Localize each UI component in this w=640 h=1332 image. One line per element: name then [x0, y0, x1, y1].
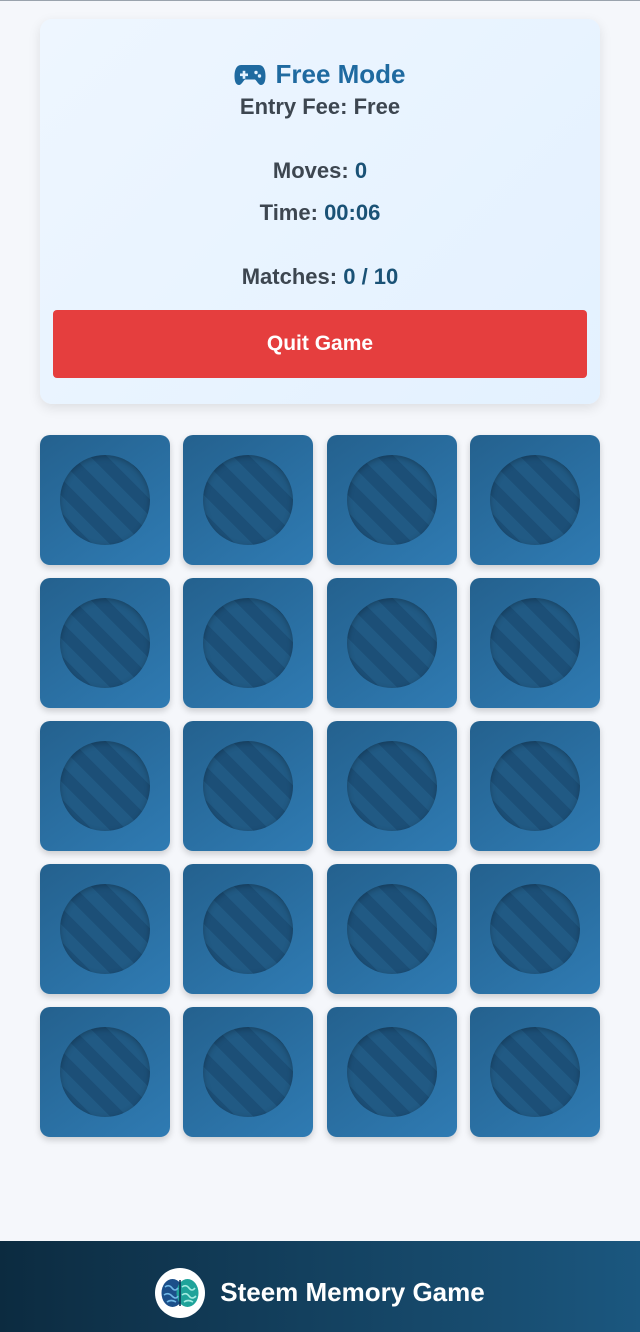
card-back-pattern-icon: [60, 598, 150, 688]
card-back-pattern-icon: [490, 884, 580, 974]
memory-card[interactable]: [327, 1007, 457, 1137]
memory-card[interactable]: [327, 864, 457, 994]
card-back-pattern-icon: [60, 455, 150, 545]
memory-card[interactable]: [470, 1007, 600, 1137]
memory-card[interactable]: [183, 721, 313, 851]
memory-card[interactable]: [470, 864, 600, 994]
card-back-pattern-icon: [203, 884, 293, 974]
memory-card[interactable]: [470, 578, 600, 708]
memory-card[interactable]: [40, 435, 170, 565]
moves-stat: Moves: 0: [40, 158, 600, 184]
memory-card[interactable]: [183, 578, 313, 708]
card-back-pattern-icon: [490, 741, 580, 831]
card-back-pattern-icon: [347, 884, 437, 974]
mode-title: Free Mode: [40, 59, 600, 90]
matches-value: 0 / 10: [343, 264, 399, 289]
card-back-pattern-icon: [203, 741, 293, 831]
card-back-pattern-icon: [60, 884, 150, 974]
gamepad-icon: [234, 64, 266, 85]
memory-card[interactable]: [327, 578, 457, 708]
memory-card[interactable]: [40, 864, 170, 994]
footer-bar: Steem Memory Game: [0, 1241, 640, 1332]
entry-fee-value: Free: [353, 94, 401, 119]
memory-card-grid: [40, 435, 600, 1137]
top-divider: [0, 0, 640, 1]
moves-label: Moves:: [272, 158, 349, 183]
time-label: Time:: [259, 200, 318, 225]
matches-label: Matches:: [241, 264, 338, 289]
card-back-pattern-icon: [347, 741, 437, 831]
memory-card[interactable]: [40, 578, 170, 708]
time-value: 00:06: [324, 200, 381, 225]
card-back-pattern-icon: [347, 455, 437, 545]
card-back-pattern-icon: [60, 741, 150, 831]
memory-card[interactable]: [183, 435, 313, 565]
memory-card[interactable]: [40, 721, 170, 851]
memory-card[interactable]: [183, 864, 313, 994]
moves-value: 0: [354, 158, 368, 183]
card-back-pattern-icon: [347, 598, 437, 688]
entry-fee-stat: Entry Fee: Free: [40, 94, 600, 120]
brain-icon: [155, 1267, 206, 1318]
card-back-pattern-icon: [347, 1027, 437, 1117]
memory-card[interactable]: [470, 435, 600, 565]
memory-card[interactable]: [470, 721, 600, 851]
quit-game-button[interactable]: Quit Game: [53, 310, 587, 378]
memory-card[interactable]: [327, 435, 457, 565]
time-stat: Time: 00:06: [40, 200, 600, 226]
memory-card[interactable]: [183, 1007, 313, 1137]
card-back-pattern-icon: [203, 1027, 293, 1117]
game-info-panel: Free Mode Entry Fee: Free Moves: 0 Time:…: [40, 19, 600, 404]
footer-title: Steem Memory Game: [220, 1277, 485, 1307]
matches-stat: Matches: 0 / 10: [40, 264, 600, 290]
memory-card[interactable]: [40, 1007, 170, 1137]
mode-title-text: Free Mode: [275, 59, 406, 89]
memory-card[interactable]: [327, 721, 457, 851]
entry-fee-label: Entry Fee:: [239, 94, 348, 119]
card-back-pattern-icon: [490, 598, 580, 688]
card-back-pattern-icon: [203, 598, 293, 688]
card-back-pattern-icon: [203, 455, 293, 545]
card-back-pattern-icon: [490, 1027, 580, 1117]
card-back-pattern-icon: [490, 455, 580, 545]
card-back-pattern-icon: [60, 1027, 150, 1117]
